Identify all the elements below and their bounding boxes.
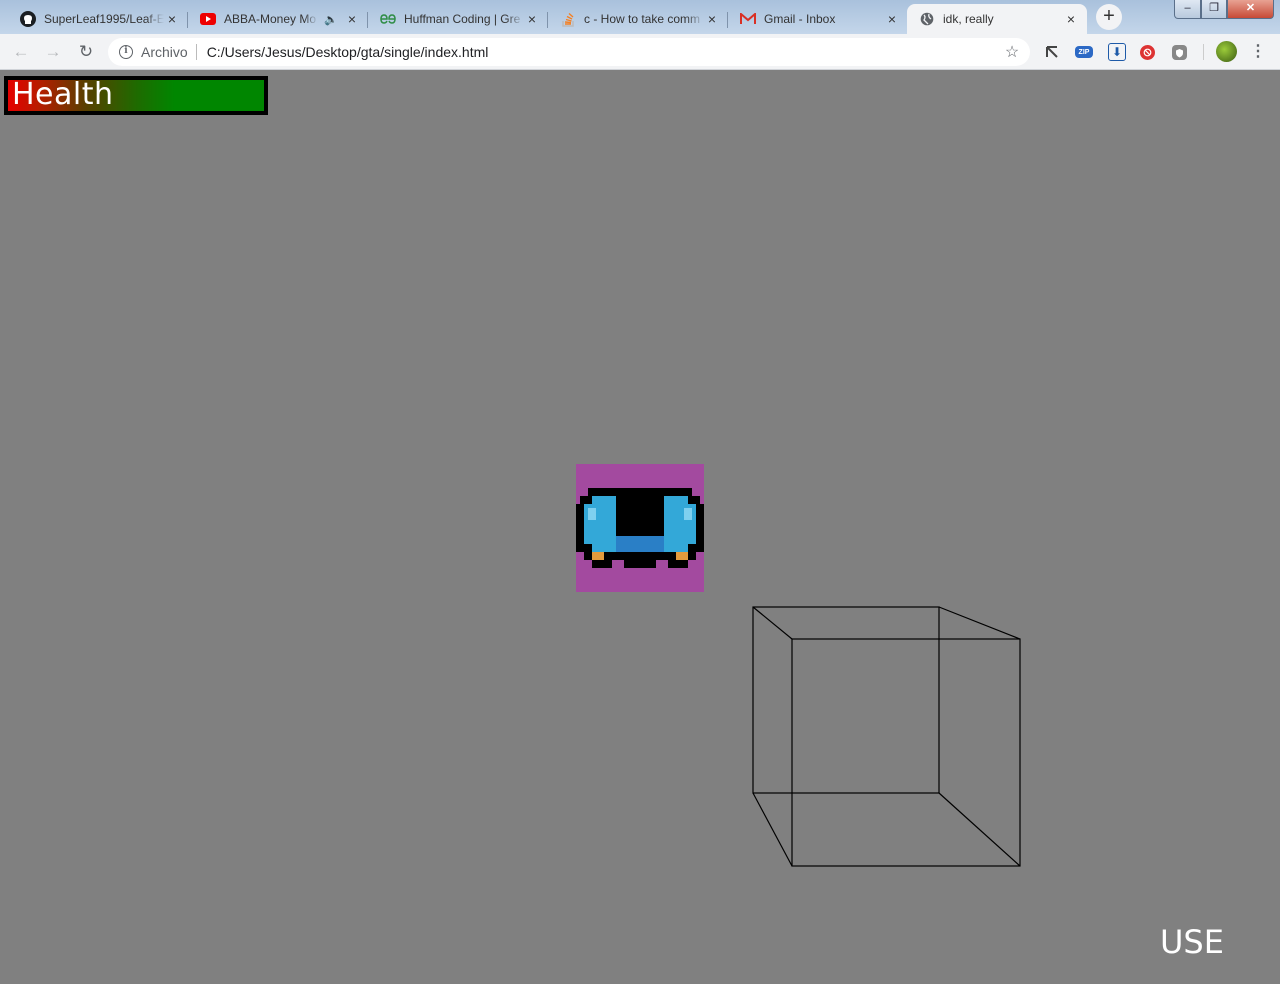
tab-stackoverflow[interactable]: c - How to take comm × — [548, 4, 728, 34]
tab-title: SuperLeaf1995/Leaf-E — [44, 12, 164, 26]
game-canvas[interactable]: Health USE — [0, 70, 1280, 984]
shield-extension-icon[interactable] — [1172, 45, 1187, 60]
tab-close-icon[interactable]: × — [1063, 11, 1079, 27]
address-bar[interactable]: i Archivo C:/Users/Jesus/Desktop/gta/sin… — [108, 38, 1030, 66]
tab-close-icon[interactable]: × — [884, 11, 900, 27]
forward-arrow-icon[interactable]: → — [41, 40, 65, 64]
cursor-extension-icon[interactable] — [1043, 43, 1061, 61]
tab-title: ABBA-Money Mo — [224, 12, 317, 26]
window-minimize-button[interactable]: – — [1174, 0, 1201, 19]
reload-icon[interactable]: ↻ — [74, 40, 98, 64]
tab-strip: SuperLeaf1995/Leaf-E × ABBA-Money Mo 🔈 ×… — [0, 0, 1280, 34]
player-sprite — [576, 464, 704, 592]
youtube-icon — [200, 11, 216, 27]
toolbar-divider — [1203, 44, 1204, 60]
tab-active[interactable]: idk, really × — [907, 4, 1087, 34]
omnibox-divider — [195, 44, 197, 60]
bookmark-star-icon[interactable]: ☆ — [1002, 42, 1022, 62]
tab-close-icon[interactable]: × — [704, 11, 720, 27]
tab-close-icon[interactable]: × — [344, 11, 360, 27]
block-extension-icon[interactable] — [1140, 45, 1155, 60]
stackoverflow-icon — [560, 11, 576, 27]
tab-title: idk, really — [943, 12, 994, 26]
health-label: Health — [12, 77, 114, 112]
tab-github[interactable]: SuperLeaf1995/Leaf-E × — [8, 4, 188, 34]
gmail-icon — [740, 11, 756, 27]
globe-icon — [919, 11, 935, 27]
github-icon — [20, 11, 36, 27]
speaker-icon[interactable]: 🔈 — [324, 13, 338, 26]
browser-toolbar: ← → ↻ i Archivo C:/Users/Jesus/Desktop/g… — [0, 34, 1280, 70]
tab-youtube[interactable]: ABBA-Money Mo 🔈 × — [188, 4, 368, 34]
tab-title: Huffman Coding | Gre — [404, 12, 521, 26]
profile-avatar[interactable] — [1216, 41, 1237, 62]
geeksforgeeks-icon — [380, 11, 396, 27]
info-icon[interactable]: i — [119, 45, 133, 59]
url-text[interactable]: C:/Users/Jesus/Desktop/gta/single/index.… — [207, 44, 1002, 60]
menu-icon[interactable]: ⋮ — [1250, 40, 1266, 64]
file-scheme-label[interactable]: Archivo — [141, 44, 188, 60]
tab-gmail[interactable]: Gmail - Inbox × — [728, 4, 908, 34]
download-extension-icon[interactable]: ⬇ — [1108, 43, 1126, 61]
wireframe-cube — [752, 606, 1021, 867]
window-close-button[interactable]: ✕ — [1227, 0, 1274, 19]
use-label: USE — [1160, 923, 1224, 961]
window-restore-button[interactable]: ❐ — [1201, 0, 1227, 19]
tab-geeksforgeeks[interactable]: Huffman Coding | Gre × — [368, 4, 548, 34]
back-arrow-icon[interactable]: ← — [9, 40, 33, 64]
new-tab-button[interactable]: + — [1096, 4, 1122, 30]
tab-close-icon[interactable]: × — [164, 11, 180, 27]
tab-title: Gmail - Inbox — [764, 12, 836, 26]
tab-close-icon[interactable]: × — [524, 11, 540, 27]
health-bar: Health — [4, 76, 268, 115]
zip-extension-icon[interactable]: ZIP — [1075, 46, 1093, 58]
tab-title: c - How to take comm — [584, 12, 701, 26]
